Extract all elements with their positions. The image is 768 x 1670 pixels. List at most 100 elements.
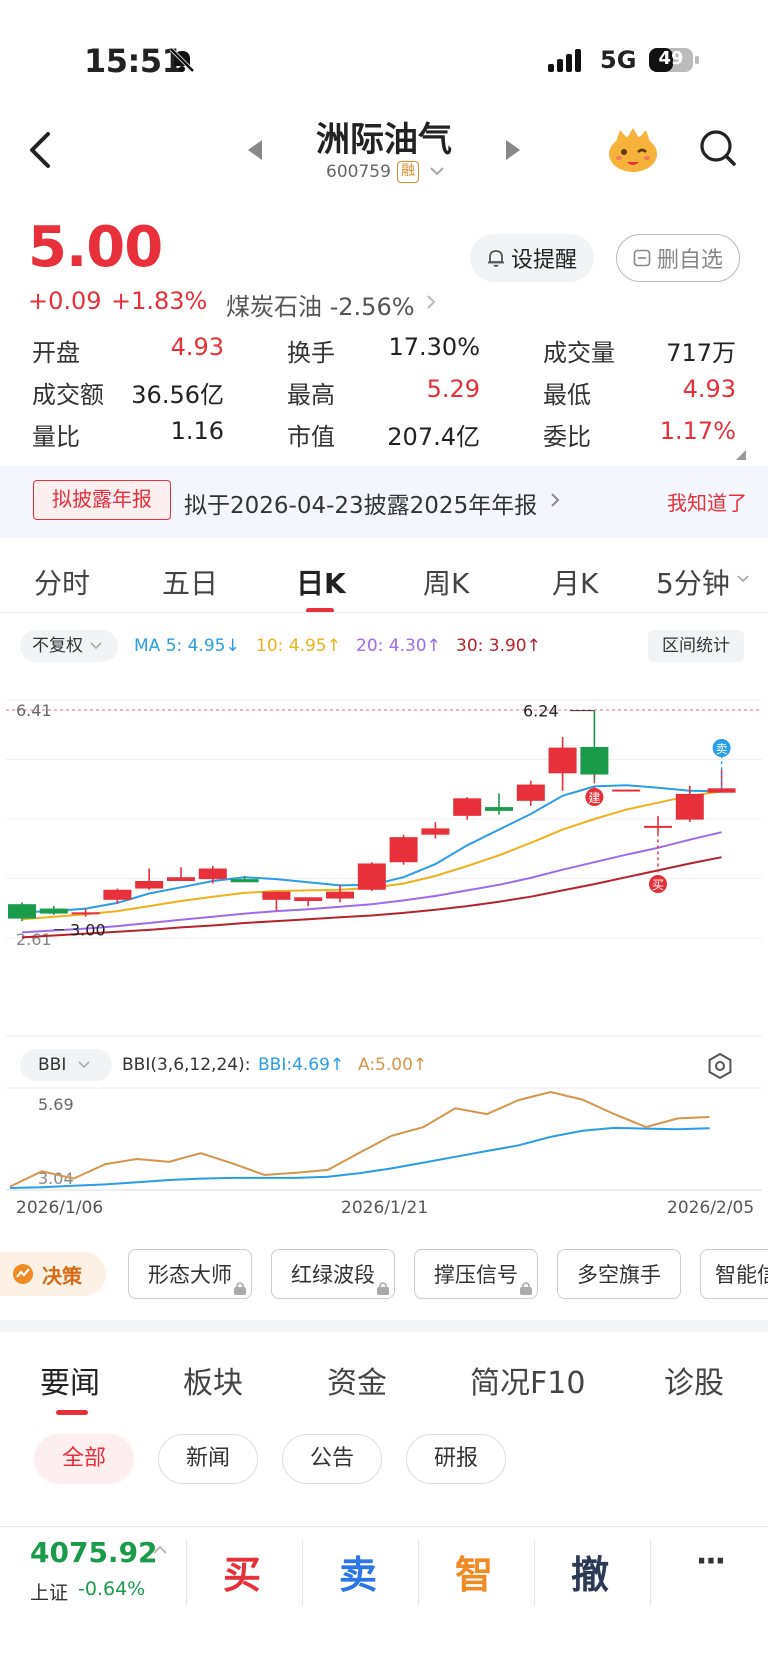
tool-smart[interactable]: 智能信: [700, 1249, 768, 1299]
a-value: A:5.00↑: [358, 1055, 428, 1075]
cancel-order-button[interactable]: 撤: [550, 1544, 630, 1599]
network-type: 5G: [600, 46, 637, 74]
stat-label: 委比: [543, 423, 591, 451]
tool-label: 智能信: [715, 1263, 768, 1287]
divider: [302, 1540, 303, 1606]
y-axis-label: 2.61: [16, 930, 52, 949]
stat-label: 成交量: [543, 339, 615, 367]
buy-button[interactable]: 买: [202, 1544, 282, 1599]
tab-profile-f10[interactable]: 简况F10: [470, 1358, 585, 1402]
more-button[interactable]: ···: [670, 1544, 750, 1579]
candle-body: [294, 897, 323, 902]
search-icon[interactable]: [698, 128, 738, 168]
tool-label: 形态大师: [148, 1263, 232, 1287]
next-stock-icon[interactable]: [504, 138, 522, 162]
tool-support-resistance[interactable]: 撑压信号: [414, 1249, 538, 1299]
divider: [0, 1526, 768, 1527]
range-stats-button[interactable]: 区间统计: [648, 630, 744, 662]
stat-label: 量比: [32, 423, 80, 451]
chevron-right-icon: [551, 493, 560, 507]
bbi-value: BBI:4.69↑: [258, 1055, 345, 1075]
tab-monthly-k[interactable]: 月K: [552, 562, 598, 602]
candle-body: [135, 881, 164, 889]
candle-body: [485, 807, 513, 811]
x-axis-label: 2026/2/05: [667, 1198, 755, 1218]
chevron-down-icon[interactable]: [428, 164, 446, 178]
bell-off-icon: [169, 47, 195, 73]
chevron-up-icon[interactable]: [152, 1544, 168, 1556]
candle-body: [548, 747, 577, 774]
tab-diagnosis[interactable]: 诊股: [664, 1358, 724, 1402]
bbi-chart[interactable]: 5.693.04: [0, 1086, 768, 1196]
decision-tools-button[interactable]: 决策: [0, 1252, 106, 1296]
active-tab-indicator: [56, 1410, 88, 1415]
stat-value: 17.30%: [388, 333, 480, 361]
candle-body: [326, 891, 354, 899]
stat-label: 最低: [543, 381, 591, 409]
sector-link[interactable]: 煤炭石油 -2.56%: [226, 287, 415, 322]
candle-body: [167, 877, 195, 882]
stat-value: 4.93: [170, 333, 224, 361]
tool-label: 多空旗手: [577, 1263, 661, 1287]
tab-weekly-k[interactable]: 周K: [423, 562, 469, 602]
adjust-selector[interactable]: 不复权: [20, 630, 118, 662]
divider: [0, 612, 768, 613]
banner-dismiss-button[interactable]: 我知道了: [667, 487, 747, 516]
tab-intraday[interactable]: 分时: [34, 562, 90, 602]
divider: [534, 1540, 535, 1606]
chip-announcements[interactable]: 公告: [282, 1434, 382, 1484]
candle-body: [230, 879, 259, 883]
chip-research[interactable]: 研报: [406, 1434, 506, 1484]
build-marker-text: 建: [588, 791, 600, 805]
index-value[interactable]: 4075.92: [30, 1536, 158, 1569]
decision-label: 决策: [42, 1263, 82, 1288]
tool-red-green-band[interactable]: 红绿波段: [271, 1249, 395, 1299]
stock-code: 600759: [326, 162, 391, 182]
stat-label: 最高: [287, 381, 335, 409]
signal-icon: [548, 49, 581, 72]
tab-sector[interactable]: 板块: [183, 1358, 243, 1402]
remove-watchlist-button[interactable]: 删自选: [616, 234, 740, 282]
chevron-down-icon: [737, 575, 749, 583]
sell-button[interactable]: 卖: [318, 1544, 398, 1599]
stat-label: 换手: [287, 339, 335, 367]
banner-text[interactable]: 拟于2026-04-23披露2025年年报: [184, 486, 537, 520]
y-axis-label: 5.69: [38, 1095, 74, 1114]
stat-label: 市值: [287, 423, 335, 451]
candle-body: [421, 828, 450, 835]
tool-pattern-master[interactable]: 形态大师: [128, 1249, 252, 1299]
tab-headlines[interactable]: 要闻: [40, 1358, 100, 1402]
price-change: +0.09: [28, 287, 102, 315]
set-alert-button[interactable]: 设提醒: [470, 234, 594, 282]
mascot-icon[interactable]: [606, 124, 660, 174]
candle-body: [262, 891, 291, 900]
back-icon[interactable]: [24, 128, 58, 172]
chip-news[interactable]: 新闻: [158, 1434, 258, 1484]
prev-stock-icon[interactable]: [246, 138, 264, 162]
stat-value: 1.17%: [659, 417, 736, 445]
tab-daily-k[interactable]: 日K: [296, 562, 346, 602]
candle-body: [453, 798, 482, 816]
current-price: 5.00: [28, 215, 163, 280]
tab-funds[interactable]: 资金: [327, 1358, 387, 1402]
settings-icon[interactable]: [706, 1052, 734, 1080]
ma20-value: 20: 4.30↑: [356, 636, 441, 656]
divider: [418, 1540, 419, 1606]
smart-button[interactable]: 智: [434, 1544, 514, 1599]
candlestick-chart[interactable]: 6.41 2.61 6.24 3.00 建买 卖: [0, 670, 768, 1050]
stat-value: 5.29: [426, 375, 480, 403]
banner-tag: 拟披露年报: [33, 480, 171, 520]
tab-5min[interactable]: 5分钟: [656, 562, 730, 602]
set-alert-label: 设提醒: [510, 248, 577, 273]
tab-five-day[interactable]: 五日: [162, 562, 218, 602]
candle-body: [39, 908, 68, 914]
tool-bull-bear-flag[interactable]: 多空旗手: [557, 1249, 681, 1299]
indicator-selector[interactable]: BBI: [20, 1049, 112, 1081]
chip-all[interactable]: 全部: [34, 1434, 134, 1484]
bell-icon: [487, 250, 504, 267]
min-price-label: 3.00: [70, 921, 106, 940]
battery-level: 49: [658, 48, 684, 69]
index-name: 上证: [30, 1582, 69, 1604]
ma10-value: 10: 4.95↑: [256, 636, 341, 656]
y-axis-label: 6.41: [16, 701, 52, 720]
